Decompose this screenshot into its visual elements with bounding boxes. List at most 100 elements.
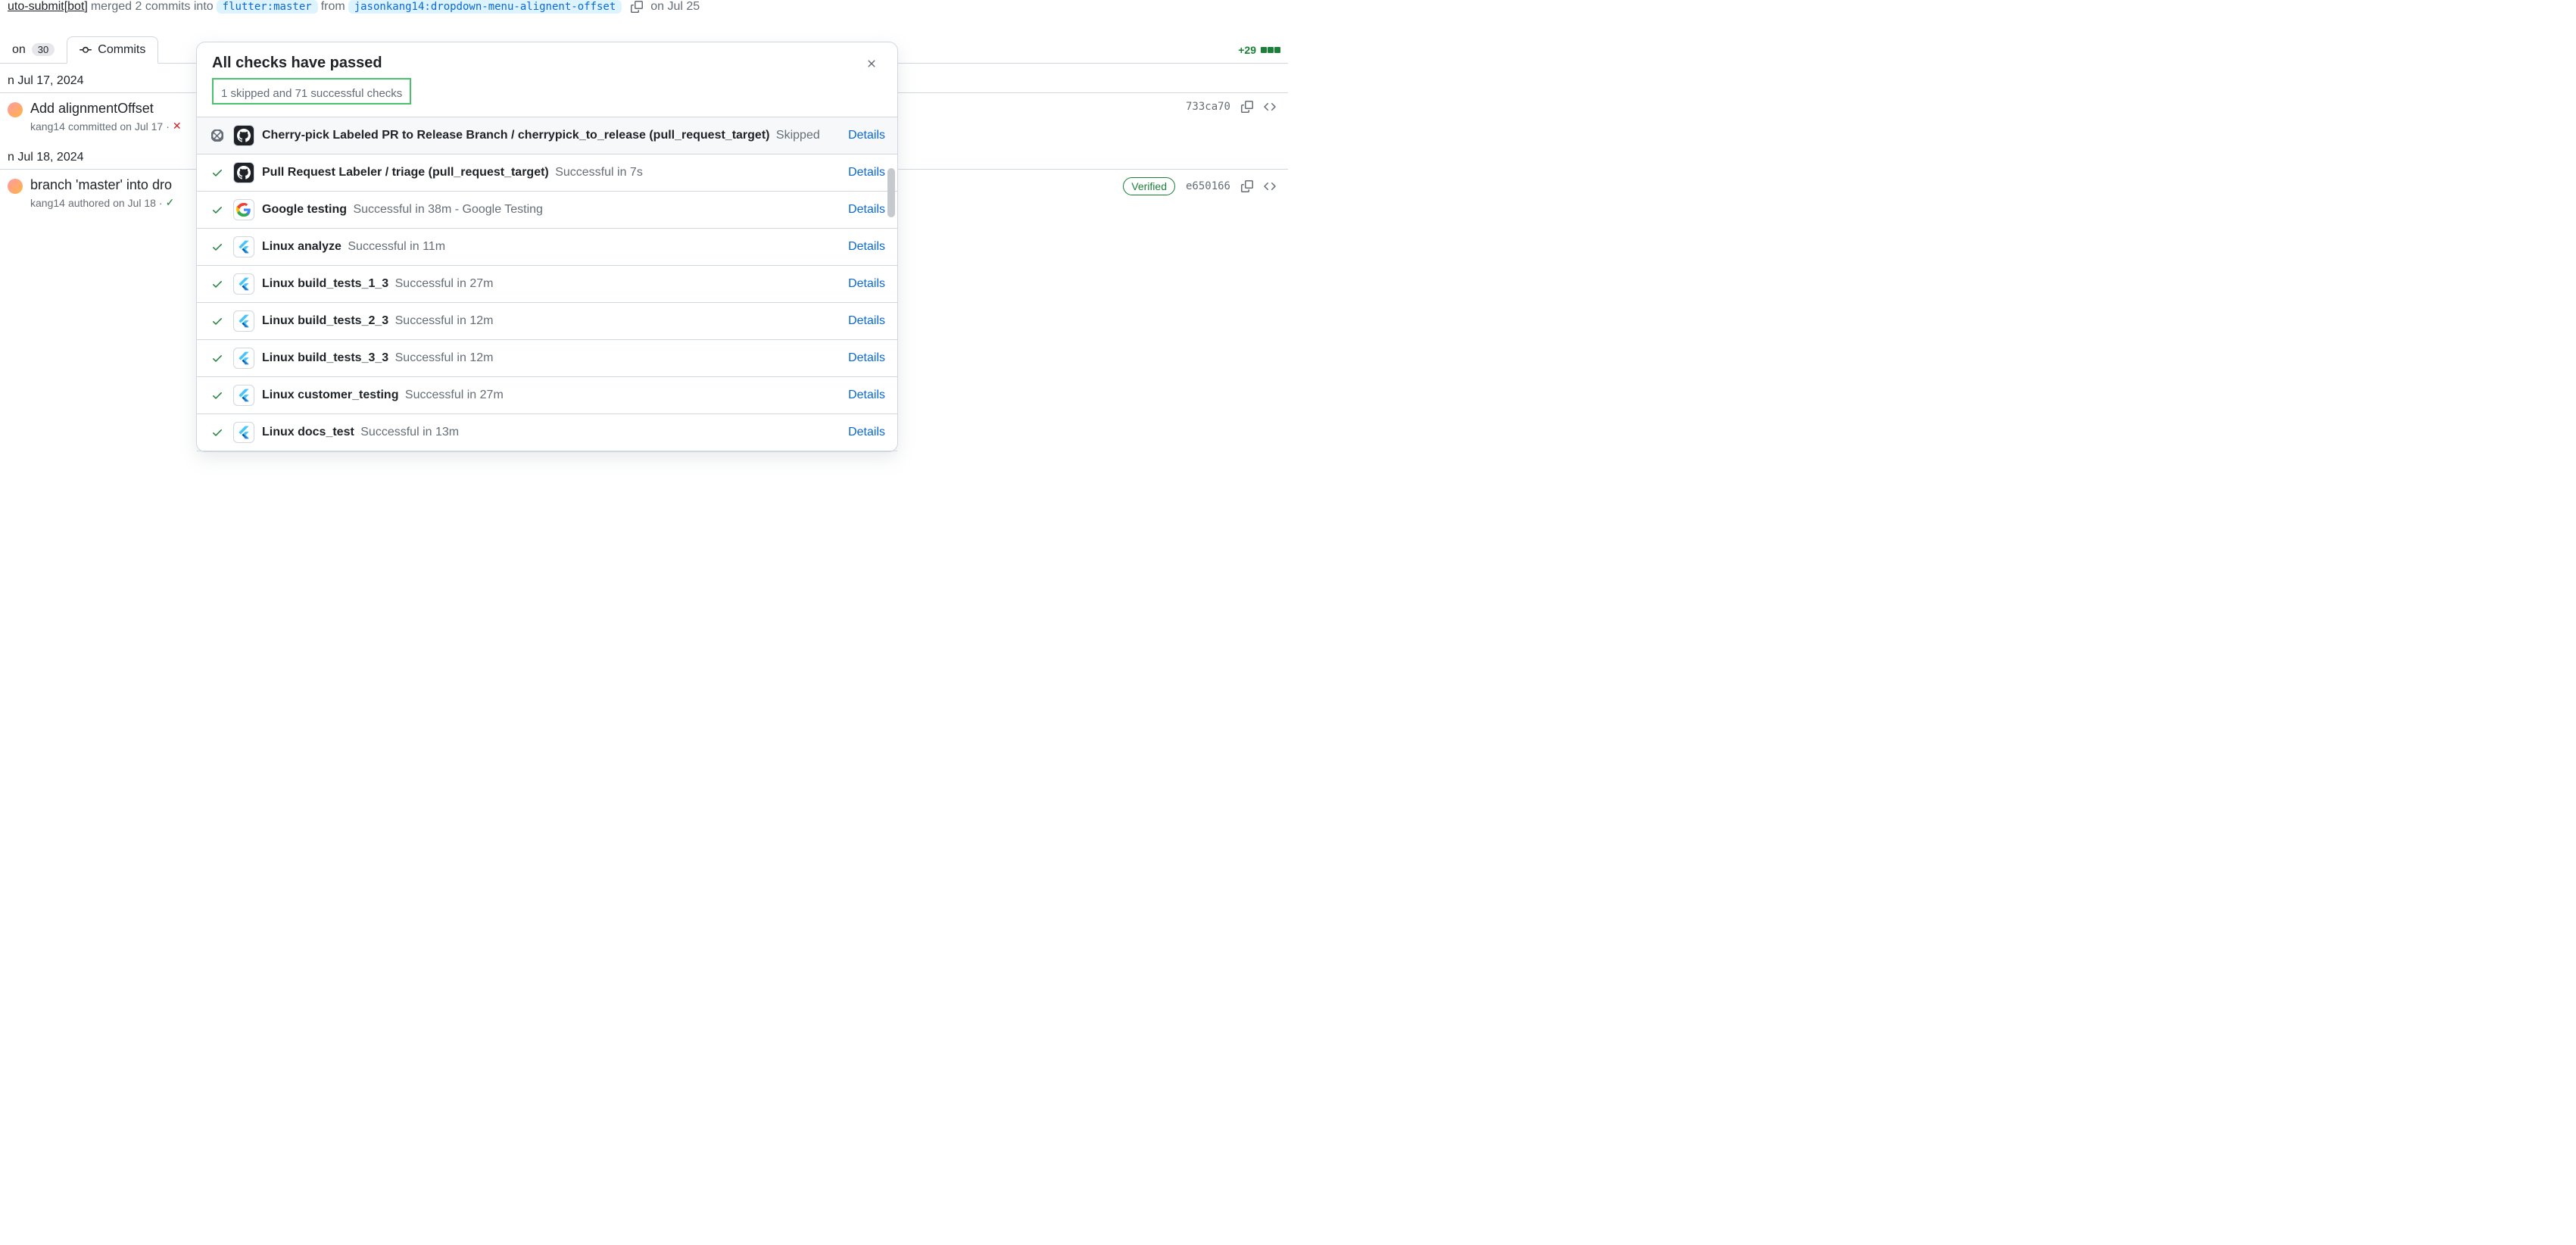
separator-dot: ·	[166, 120, 170, 133]
details-link[interactable]: Details	[848, 388, 885, 402]
check-icon	[209, 426, 226, 438]
scrollbar-thumb[interactable]	[887, 168, 895, 217]
check-icon	[209, 241, 226, 253]
google-app-icon	[233, 199, 254, 220]
details-link[interactable]: Details	[848, 426, 885, 439]
tab-conversation[interactable]: on 30	[0, 37, 67, 63]
check-icon	[209, 389, 226, 401]
details-link[interactable]: Details	[848, 240, 885, 254]
check-row: Linux analyze Successful in 11m Details	[197, 229, 897, 266]
flutter-app-icon	[233, 422, 254, 443]
details-link[interactable]: Details	[848, 277, 885, 291]
dialog-subtitle: 1 skipped and 71 successful checks	[221, 87, 402, 100]
tab-conversation-count: 30	[32, 43, 55, 56]
skip-icon	[209, 129, 226, 142]
flutter-app-icon	[233, 236, 254, 257]
check-icon	[209, 167, 226, 179]
check-name: Cherry-pick Labeled PR to Release Branch…	[262, 129, 769, 142]
flutter-app-icon	[233, 348, 254, 369]
check-text: Linux analyze Successful in 11m	[262, 239, 840, 255]
check-status: Successful in 13m	[357, 426, 459, 438]
check-row: Pull Request Labeler / triage (pull_requ…	[197, 154, 897, 192]
code-icon[interactable]	[1264, 101, 1276, 113]
flutter-app-icon	[233, 385, 254, 406]
check-text: Google testing Successful in 38m - Googl…	[262, 201, 840, 218]
check-icon	[209, 278, 226, 290]
copy-icon[interactable]	[1241, 180, 1253, 192]
github-app-icon	[233, 162, 254, 183]
code-icon[interactable]	[1264, 180, 1276, 192]
check-icon	[209, 352, 226, 364]
from-word: from	[321, 0, 345, 14]
copy-icon[interactable]	[631, 1, 643, 13]
details-link[interactable]: Details	[848, 129, 885, 142]
diff-stat[interactable]: +29	[1238, 44, 1288, 56]
check-name: Linux build_tests_1_3	[262, 277, 388, 290]
tab-conversation-label: on	[12, 43, 26, 57]
check-status: Successful in 7s	[552, 166, 643, 179]
check-text: Linux build_tests_2_3 Successful in 12m	[262, 313, 840, 329]
base-branch-tag[interactable]: flutter:master	[217, 0, 318, 14]
check-text: Linux build_tests_3_3 Successful in 12m	[262, 350, 840, 367]
check-status: Successful in 12m	[391, 351, 493, 364]
verified-badge[interactable]: Verified	[1123, 177, 1175, 195]
check-status: Successful in 38m - Google Testing	[350, 203, 543, 216]
close-button[interactable]	[861, 55, 882, 73]
check-name: Linux build_tests_3_3	[262, 351, 388, 364]
check-row: Linux build_tests_1_3 Successful in 27m D…	[197, 266, 897, 303]
check-name: Linux build_tests_2_3	[262, 314, 388, 327]
details-link[interactable]: Details	[848, 203, 885, 217]
check-icon[interactable]: ✓	[166, 196, 175, 209]
check-row: Linux build_tests_3_3 Successful in 12m D…	[197, 340, 897, 377]
check-status: Successful in 27m	[401, 388, 503, 401]
check-status: Skipped	[772, 129, 819, 142]
check-row: Linux build_tests_2_3 Successful in 12m D…	[197, 303, 897, 340]
check-row: Linux docs_test Successful in 13m Details	[197, 414, 897, 451]
commit-sha[interactable]: e650166	[1186, 180, 1230, 192]
check-text: Linux docs_test Successful in 13m	[262, 424, 840, 441]
check-status: Successful in 12m	[391, 314, 493, 327]
check-icon	[209, 204, 226, 216]
copy-icon[interactable]	[1241, 101, 1253, 113]
avatar[interactable]	[8, 179, 23, 194]
details-link[interactable]: Details	[848, 314, 885, 328]
diff-additions: +29	[1238, 44, 1256, 56]
commit-author[interactable]: kang14	[30, 120, 65, 133]
check-text: Linux customer_testing Successful in 27m	[262, 387, 840, 404]
flutter-app-icon	[233, 310, 254, 332]
commit-subline: committed on Jul 17	[68, 120, 163, 133]
check-name: Linux customer_testing	[262, 388, 398, 401]
check-name: Linux analyze	[262, 240, 341, 253]
check-name: Linux docs_test	[262, 426, 354, 438]
tab-commits[interactable]: Commits	[67, 36, 158, 64]
commit-sha[interactable]: 733ca70	[1186, 101, 1230, 113]
merge-date: on Jul 25	[650, 0, 700, 14]
separator-dot: ·	[159, 197, 163, 209]
check-row: Google testing Successful in 38m - Googl…	[197, 192, 897, 229]
close-icon	[865, 58, 878, 70]
commit-author[interactable]: kang14	[30, 197, 65, 209]
git-commit-icon	[80, 44, 92, 56]
details-link[interactable]: Details	[848, 166, 885, 179]
check-text: Pull Request Labeler / triage (pull_requ…	[262, 164, 840, 181]
head-branch-tag[interactable]: jasonkang14:dropdown-menu-alignent-offse…	[348, 0, 622, 14]
avatar[interactable]	[8, 102, 23, 117]
diff-squares-icon	[1261, 47, 1280, 53]
bot-user-link[interactable]: uto-submit[bot]	[8, 0, 88, 14]
checks-dialog: All checks have passed 1 skipped and 71 …	[196, 42, 898, 452]
dialog-title: All checks have passed	[212, 55, 411, 72]
merge-summary: uto-submit[bot] merged 2 commits into fl…	[0, 0, 1288, 14]
check-text: Linux build_tests_1_3 Successful in 27m	[262, 276, 840, 292]
flutter-app-icon	[233, 273, 254, 295]
details-link[interactable]: Details	[848, 351, 885, 365]
checks-list[interactable]: Cherry-pick Labeled PR to Release Branch…	[197, 117, 897, 451]
check-row: Cherry-pick Labeled PR to Release Branch…	[197, 117, 897, 154]
check-row: Linux customer_testing Successful in 27m…	[197, 377, 897, 414]
check-name: Google testing	[262, 203, 347, 216]
github-app-icon	[233, 125, 254, 146]
check-name: Pull Request Labeler / triage (pull_requ…	[262, 166, 549, 179]
tab-commits-label: Commits	[98, 43, 145, 57]
check-text: Cherry-pick Labeled PR to Release Branch…	[262, 127, 840, 144]
x-icon[interactable]: ✕	[173, 120, 182, 133]
commit-subline: authored on Jul 18	[68, 197, 156, 209]
